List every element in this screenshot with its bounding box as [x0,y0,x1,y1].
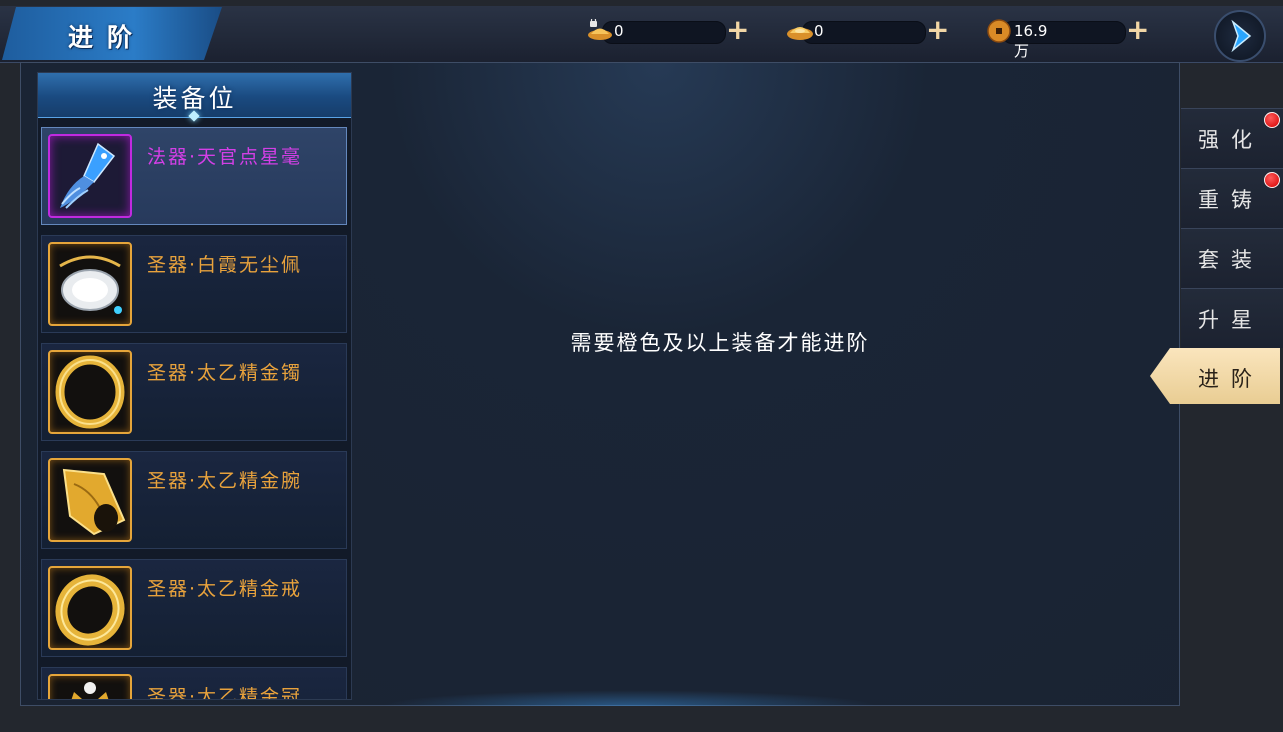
notification-badge [1264,112,1280,128]
gold-bracer-icon [48,458,132,542]
item-name: 圣器·太乙精金冠 [147,686,303,700]
tab-reforge[interactable]: 重铸 [1181,168,1283,228]
tab-label-active: 进阶 [1198,367,1264,391]
tab-label: 套装 [1198,248,1264,272]
add-currency-button[interactable]: + [726,16,749,44]
copper-coin-icon [987,19,1011,43]
next-button[interactable] [1214,10,1266,62]
ingot-icon [787,27,813,40]
item-name: 法器·天官点星毫 [147,146,303,168]
item-name: 圣器·太乙精金戒 [147,578,303,600]
tab-strengthen[interactable]: 强化 [1181,108,1283,168]
panel-glow [380,690,880,706]
item-name: 圣器·白霞无尘佩 [147,254,303,276]
jade-pendant-icon [48,242,132,326]
top-bar: 进阶 0 + 0 + 16.9万 + [0,6,1283,63]
magic-brush-icon [48,134,132,218]
tab-star-up[interactable]: 升星 [1181,288,1283,348]
gold-crown-icon [48,674,132,699]
list-item[interactable]: 圣器·太乙精金戒 [41,559,347,657]
list-item[interactable]: 圣器·太乙精金冠 [41,667,347,700]
list-header-title: 装备位 [152,84,237,113]
tab-label: 强化 [1198,128,1264,152]
list-item[interactable]: 圣器·太乙精金镯 [41,343,347,441]
currency-value: 0 [814,22,824,40]
gold-bracelet-icon [48,350,132,434]
locked-ingot-icon [588,19,612,40]
list-item[interactable]: 圣器·白霞无尘佩 [41,235,347,333]
tab-label: 重铸 [1198,188,1264,212]
page-title: 进阶 [68,23,147,52]
chevron-right-icon [1231,19,1252,53]
list-item[interactable]: 法器·天官点星毫 [41,127,347,225]
add-currency-button[interactable]: + [1126,16,1149,44]
notification-badge [1264,172,1280,188]
list-item[interactable]: 圣器·太乙精金腕 [41,451,347,549]
currency-value: 16.9万 [1014,22,1048,60]
requirement-message: 需要橙色及以上装备才能进阶 [570,331,870,355]
equipment-slot-list: 装备位 法器·天官点星毫 圣器·白霞无尘佩 圣器·太乙精金镯 圣器·太乙精金腕 … [37,72,352,700]
tab-set[interactable]: 套装 [1181,228,1283,288]
currency-value: 0 [614,22,624,40]
tab-label: 升星 [1198,308,1264,332]
gold-ring-icon [48,566,132,650]
add-currency-button[interactable]: + [926,16,949,44]
item-name: 圣器·太乙精金镯 [147,362,303,384]
item-name: 圣器·太乙精金腕 [147,470,303,492]
